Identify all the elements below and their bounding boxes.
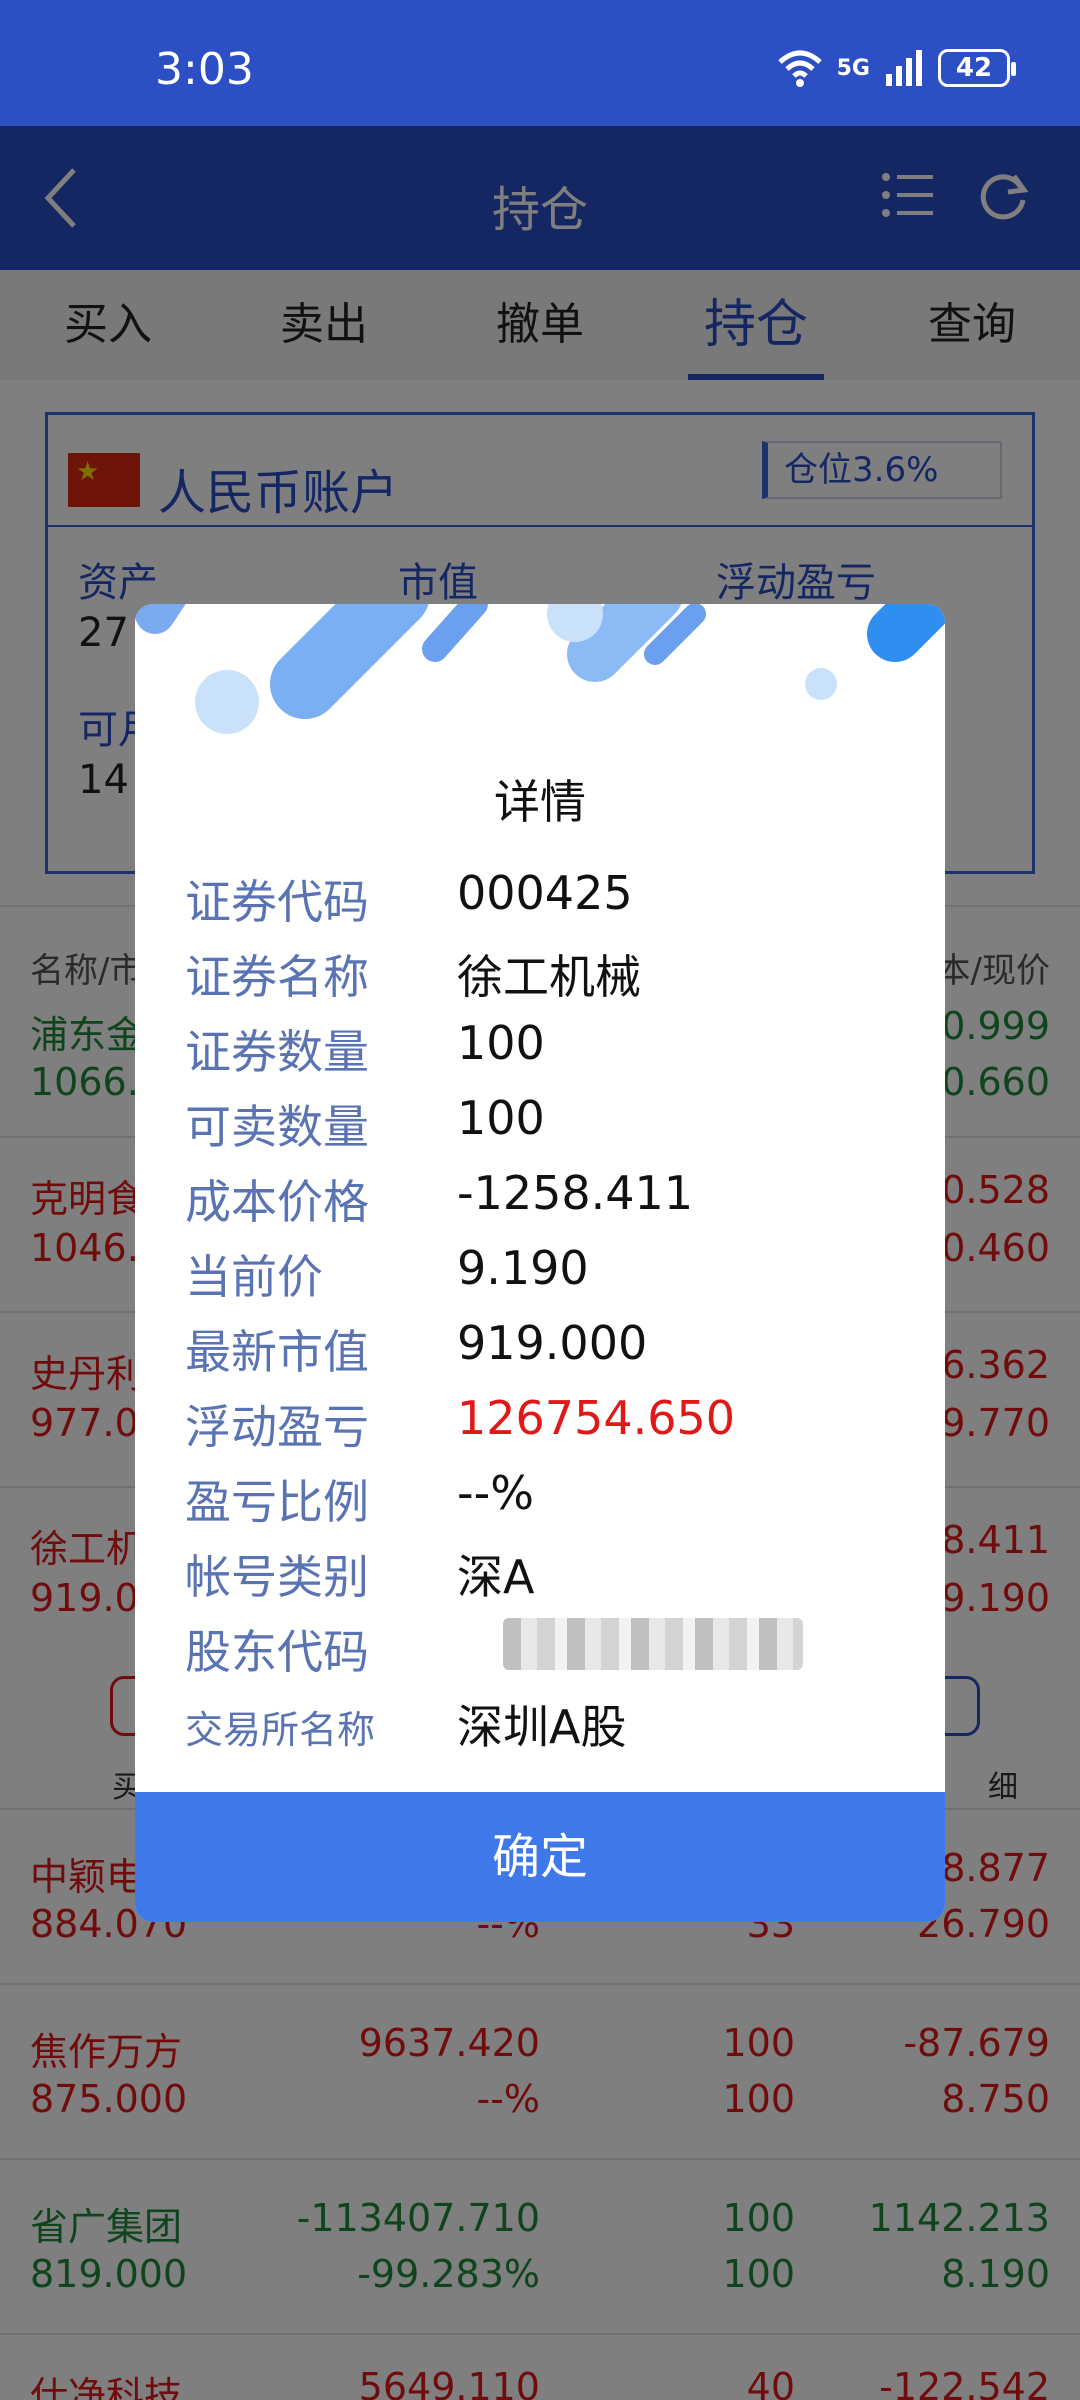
app-screen: 3:03 5G 42 持仓 (0, 0, 1080, 2400)
detail-row-quantity: 证券数量 100 (185, 1016, 905, 1091)
network-type: 5G (836, 55, 870, 81)
detail-label: 交易所名称 (185, 1708, 376, 1752)
detail-label: 证券名称 (185, 950, 369, 1004)
redacted-shareholder-code (503, 1618, 803, 1670)
detail-row-security-name: 证券名称 徐工机械 (185, 941, 905, 1016)
detail-label: 可卖数量 (185, 1100, 369, 1154)
detail-value: 深A (457, 1550, 535, 1604)
detail-value: 919.000 (457, 1316, 648, 1370)
detail-value: 徐工机械 (457, 950, 641, 1004)
detail-value: 000425 (457, 866, 633, 920)
detail-label: 最新市值 (185, 1325, 369, 1379)
detail-row-shareholder-code: 股东代码 (185, 1616, 905, 1691)
detail-value: 100 (457, 1091, 545, 1145)
detail-value: --% (457, 1466, 534, 1520)
detail-row-exchange-name: 交易所名称 深圳A股 (185, 1691, 905, 1766)
detail-value: 100 (457, 1016, 545, 1070)
detail-row-account-type: 帐号类别 深A (185, 1541, 905, 1616)
detail-row-float-pl: 浮动盈亏 126754.650 (185, 1391, 905, 1466)
detail-label: 股东代码 (185, 1625, 369, 1679)
wifi-icon (777, 50, 822, 87)
detail-label: 证券数量 (185, 1025, 369, 1079)
detail-value: 深圳A股 (457, 1700, 627, 1754)
confirm-button[interactable]: 确定 (135, 1792, 945, 1922)
detail-label: 浮动盈亏 (185, 1400, 369, 1454)
system-icons: 5G 42 (777, 48, 1016, 88)
detail-dialog: 详情 证券代码 000425 证券名称 徐工机械 证券数量 100 可卖数量 1… (135, 604, 945, 1922)
detail-label: 盈亏比例 (185, 1475, 369, 1529)
signal-icon (886, 50, 922, 86)
detail-value: 126754.650 (457, 1391, 736, 1445)
detail-row-pl-ratio: 盈亏比例 --% (185, 1466, 905, 1541)
battery-icon: 42 (938, 49, 1016, 87)
detail-row-sellable-quantity: 可卖数量 100 (185, 1091, 905, 1166)
detail-value: -1258.411 (457, 1166, 694, 1220)
detail-row-security-code: 证券代码 000425 (185, 866, 905, 941)
detail-row-current-price: 当前价 9.190 (185, 1241, 905, 1316)
status-bar: 3:03 5G 42 (0, 0, 1080, 126)
detail-row-cost-price: 成本价格 -1258.411 (185, 1166, 905, 1241)
battery-level: 42 (955, 53, 993, 83)
detail-label: 证券代码 (185, 875, 369, 929)
dialog-title: 详情 (494, 775, 586, 829)
detail-row-market-value: 最新市值 919.000 (185, 1316, 905, 1391)
status-time: 3:03 (155, 44, 254, 95)
detail-label: 帐号类别 (185, 1550, 369, 1604)
detail-label: 当前价 (185, 1250, 323, 1304)
dialog-header-decoration (135, 604, 945, 734)
detail-value: 9.190 (457, 1241, 589, 1295)
detail-label: 成本价格 (185, 1175, 369, 1229)
